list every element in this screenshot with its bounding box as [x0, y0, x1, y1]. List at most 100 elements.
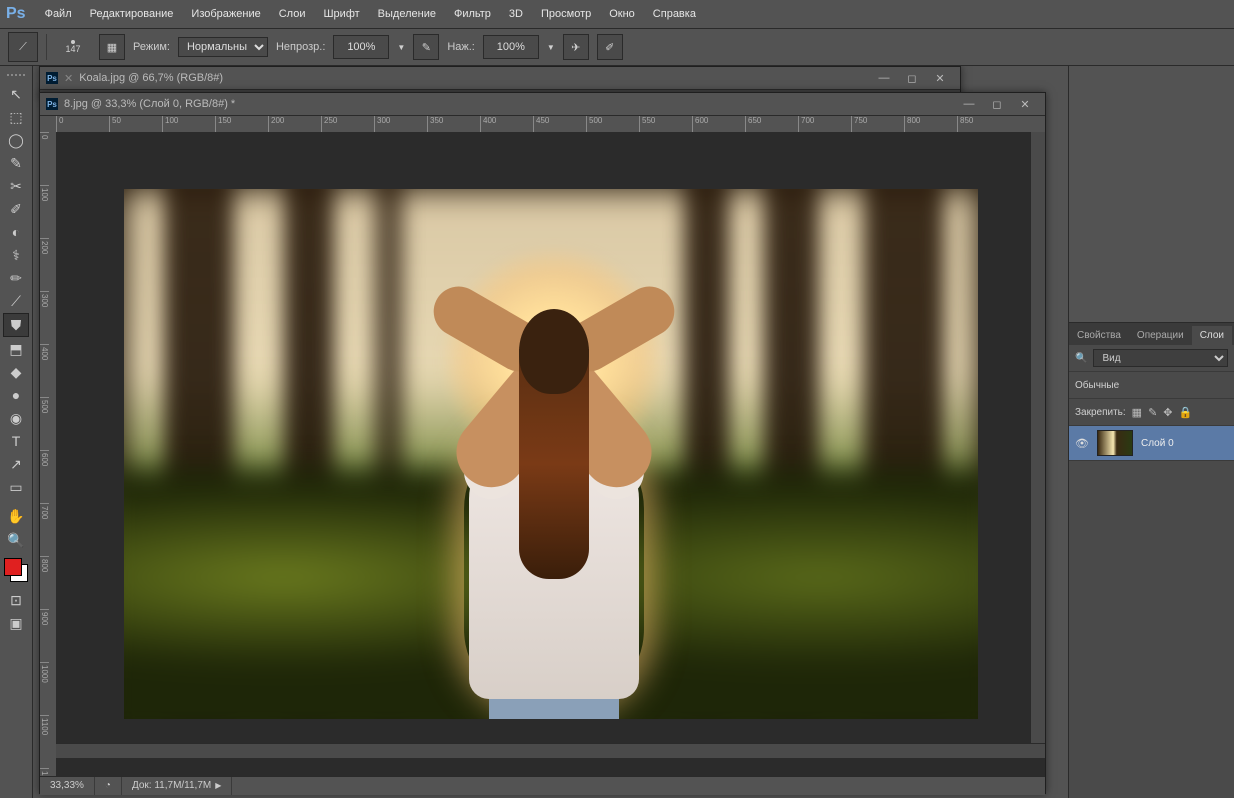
menu-type[interactable]: Шрифт [314, 0, 368, 28]
ruler-tick: 600 [40, 450, 49, 503]
status-info-icon[interactable]: ◔ [95, 777, 122, 795]
menu-help[interactable]: Справка [644, 0, 705, 28]
airbrush-toggle[interactable]: ✈ [563, 34, 589, 60]
ruler-tick: 850 [957, 116, 1010, 132]
pressure-size-icon: ✐ [605, 41, 614, 54]
ruler-horizontal[interactable]: 0501001502002503003504004505005506006507… [56, 116, 1045, 133]
lock-brush-icon[interactable]: ✎ [1148, 406, 1157, 419]
ruler-vertical[interactable]: 0100200300400500600700800900100011001200… [40, 132, 57, 776]
gradient-tool[interactable]: ◆ [4, 361, 28, 383]
menu-edit[interactable]: Редактирование [81, 0, 183, 28]
eraser-tool[interactable]: ⬒ [4, 338, 28, 360]
scrollbar-horizontal[interactable] [56, 743, 1045, 758]
menu-view[interactable]: Просмотр [532, 0, 600, 28]
tools-panel: ↖ ⬚ ◯ ✎ ✂ ✐ ◐ ⚕ ✏ ⟋ ⛊ ⬒ ◆ ● ◉ T ↗ ▭ ✋ 🔍 … [0, 66, 33, 798]
ruler-tick: 700 [40, 503, 49, 556]
opacity-input[interactable] [333, 35, 389, 59]
document-size[interactable]: Док: 11,7M/11,7M▶ [122, 777, 232, 795]
quick-mask-toggle[interactable]: ⊡ [4, 589, 28, 611]
healing-tool[interactable]: ◐ [4, 221, 28, 243]
lock-pixels-icon[interactable]: ▦ [1132, 406, 1142, 419]
panel-tabs: Свойства Операции Слои [1069, 323, 1234, 345]
eyedropper-tool[interactable]: ✐ [4, 198, 28, 220]
layer-row[interactable]: 👁 Слой 0 [1069, 426, 1234, 461]
screen-mode-toggle[interactable]: ▣ [4, 612, 28, 634]
maximize-button[interactable]: ◻ [983, 95, 1011, 113]
blend-mode-select[interactable]: Нормальный [178, 37, 268, 57]
ruler-tick: 300 [374, 116, 427, 132]
ruler-tick: 300 [40, 291, 49, 344]
menu-3d[interactable]: 3D [500, 0, 532, 28]
scrollbar-vertical[interactable] [1030, 132, 1045, 744]
panel-grip[interactable] [2, 72, 30, 78]
canvas-viewport[interactable] [56, 132, 1045, 776]
menu-file[interactable]: Файл [36, 0, 81, 28]
menu-select[interactable]: Выделение [369, 0, 445, 28]
chevron-right-icon: ▶ [215, 781, 221, 790]
shape-tool[interactable]: ▭ [4, 476, 28, 498]
chevron-down-icon[interactable]: ▼ [397, 43, 405, 52]
zoom-tool[interactable]: 🔍 [4, 529, 28, 551]
visibility-toggle[interactable]: 👁 [1075, 437, 1089, 450]
tab-actions[interactable]: Операции [1129, 326, 1192, 345]
flow-input[interactable] [483, 35, 539, 59]
document-titlebar-back[interactable]: Ps ✕ Koala.jpg @ 66,7% (RGB/8#) — ◻ ✕ [40, 67, 960, 90]
marquee-tool[interactable]: ⬚ [4, 106, 28, 128]
menu-image[interactable]: Изображение [182, 0, 269, 28]
menu-filter[interactable]: Фильтр [445, 0, 500, 28]
type-tool[interactable]: T [4, 430, 28, 452]
brush-panel-toggle[interactable]: ▦ [99, 34, 125, 60]
brush-preset-picker[interactable]: 147 [55, 32, 91, 62]
minimize-button[interactable]: — [955, 95, 983, 113]
brush-tool[interactable]: ⚕ [4, 244, 28, 266]
canvas[interactable] [124, 189, 978, 719]
ruler-tick: 550 [639, 116, 692, 132]
current-tool-preview[interactable]: ⟋ [8, 32, 38, 62]
chevron-down-icon[interactable]: ▼ [547, 43, 555, 52]
quick-select-tool[interactable]: ✎ [4, 152, 28, 174]
stamp-tool[interactable]: ✏ [4, 267, 28, 289]
tab-layers[interactable]: Слои [1192, 326, 1232, 345]
move-tool[interactable]: ↖ [4, 83, 28, 105]
layer-filter-select[interactable]: Вид [1093, 349, 1228, 367]
main-area: ↖ ⬚ ◯ ✎ ✂ ✐ ◐ ⚕ ✏ ⟋ ⛊ ⬒ ◆ ● ◉ T ↗ ▭ ✋ 🔍 … [0, 66, 1234, 798]
path-select-tool[interactable]: ↗ [4, 453, 28, 475]
menu-window[interactable]: Окно [600, 0, 644, 28]
options-bar: ⟋ 147 ▦ Режим: Нормальный Непрозр.: ▼ ✎ … [0, 28, 1234, 66]
layer-thumbnail[interactable] [1097, 430, 1133, 456]
ruler-tick: 900 [40, 609, 49, 662]
blend-mode-value[interactable]: Обычные [1075, 380, 1119, 391]
ruler-tick: 0 [40, 132, 49, 185]
minimize-button[interactable]: — [870, 69, 898, 87]
crop-tool[interactable]: ✂ [4, 175, 28, 197]
ruler-tick: 200 [40, 238, 49, 291]
ruler-tick: 500 [40, 397, 49, 450]
document-titlebar-front[interactable]: Ps 8.jpg @ 33,3% (Слой 0, RGB/8#) * — ◻ … [40, 93, 1045, 116]
tab-properties[interactable]: Свойства [1069, 326, 1129, 345]
size-pressure-toggle[interactable]: ✐ [597, 34, 623, 60]
ruler-tick: 1100 [40, 715, 49, 768]
close-x-icon[interactable]: ✕ [64, 72, 73, 85]
ruler-tick: 650 [745, 116, 798, 132]
dodge-tool[interactable]: ● [4, 384, 28, 406]
close-button[interactable]: ✕ [926, 69, 954, 87]
ruler-origin[interactable] [40, 116, 57, 133]
workspace: Ps ✕ Koala.jpg @ 66,7% (RGB/8#) — ◻ ✕ Ps… [33, 66, 1068, 798]
history-brush-tool[interactable]: ⟋ [4, 290, 28, 312]
close-button[interactable]: ✕ [1011, 95, 1039, 113]
blur-tool[interactable]: ⛊ [3, 313, 29, 337]
menu-layers[interactable]: Слои [270, 0, 315, 28]
ruler-tick: 800 [40, 556, 49, 609]
foreground-color-swatch[interactable] [4, 558, 22, 576]
pen-tool[interactable]: ◉ [4, 407, 28, 429]
opacity-pressure-toggle[interactable]: ✎ [413, 34, 439, 60]
layer-name[interactable]: Слой 0 [1141, 438, 1174, 449]
maximize-button[interactable]: ◻ [898, 69, 926, 87]
zoom-level[interactable]: 33,33% [40, 777, 95, 795]
document-body: 0501001502002503003504004505005506006507… [40, 116, 1045, 776]
lock-position-icon[interactable]: ✥ [1163, 406, 1172, 419]
hand-tool[interactable]: ✋ [4, 505, 28, 527]
color-swatches[interactable] [4, 558, 28, 582]
lasso-tool[interactable]: ◯ [4, 129, 28, 151]
lock-all-icon[interactable]: 🔒 [1179, 406, 1193, 419]
